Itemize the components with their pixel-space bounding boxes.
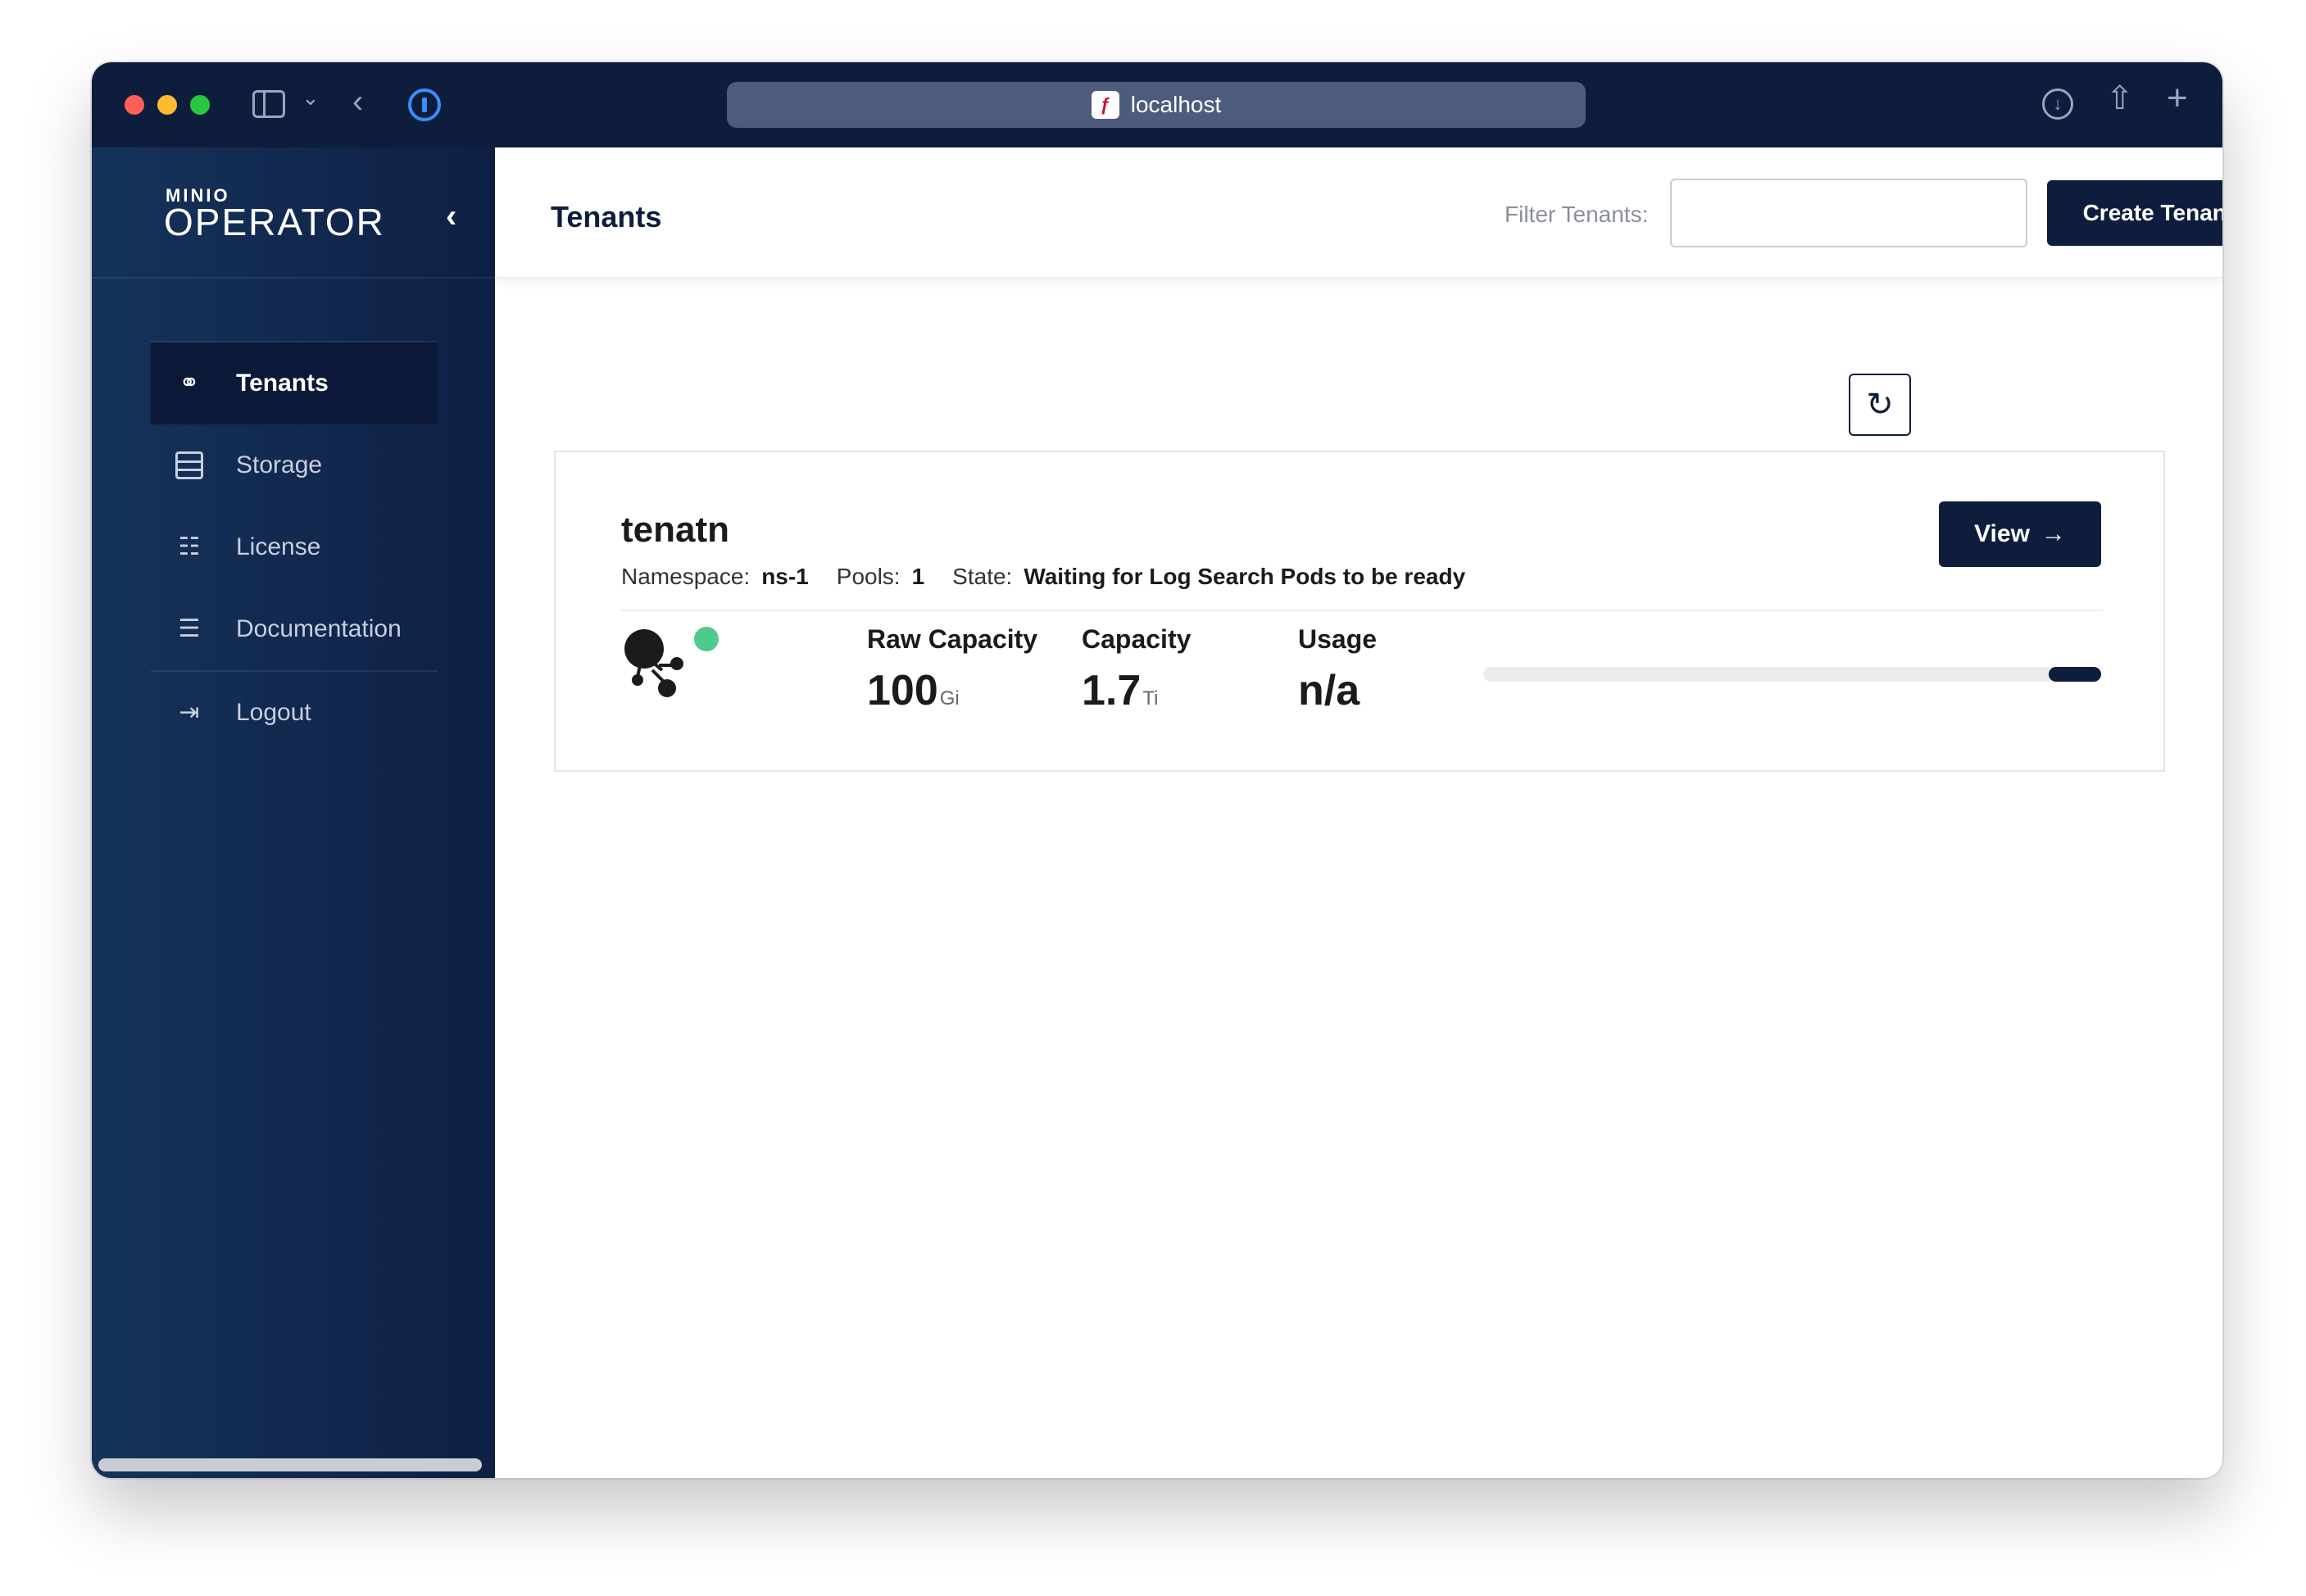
usage-stat: Usage n/a — [1298, 624, 1377, 715]
browser-window: ⌄ ‹ ƒ localhost ↓ ⇧ + MINIO OPERATOR ‹ ⚭… — [92, 62, 2222, 1478]
license-icon: ☷ — [178, 533, 201, 560]
capacity-label: Capacity — [1082, 624, 1192, 654]
capacity-unit: Ti — [1142, 687, 1159, 710]
raw-capacity-unit: Gi — [939, 687, 960, 710]
address-bar[interactable]: ƒ localhost — [727, 82, 1586, 128]
site-favicon-icon: ƒ — [1091, 91, 1119, 119]
collapse-sidebar-icon[interactable]: ‹ — [446, 198, 456, 235]
usage-bar-fill — [2049, 667, 2101, 682]
usage-bar — [1483, 667, 2101, 682]
state-value: Waiting for Log Search Pods to be ready — [1024, 564, 1466, 589]
pools-value: 1 — [911, 564, 925, 589]
download-icon[interactable]: ↓ — [2042, 88, 2073, 120]
logo-area: MINIO OPERATOR ‹ — [92, 147, 495, 279]
sidebar: MINIO OPERATOR ‹ ⚭ Tenants Storage ☷ Lic… — [92, 147, 495, 1478]
tenant-card: tenatn Namespace: ns-1 Pools: 1 State: W… — [554, 451, 2165, 772]
sidebar-item-license[interactable]: ☷ License — [151, 506, 438, 588]
refresh-button[interactable]: ↻ — [1849, 374, 1911, 436]
storage-icon — [175, 451, 203, 479]
sidebar-item-documentation[interactable]: ☰ Documentation — [151, 588, 438, 670]
address-bar-url: localhost — [1130, 92, 1222, 117]
close-window-button[interactable] — [125, 95, 144, 115]
sidebar-item-tenants[interactable]: ⚭ Tenants — [151, 342, 438, 424]
sidebar-item-storage[interactable]: Storage — [151, 424, 438, 506]
tenant-meta: Namespace: ns-1 Pools: 1 State: Waiting … — [621, 564, 1493, 590]
usage-value: n/a — [1298, 667, 1360, 714]
tenant-name: tenatn — [621, 510, 729, 550]
password-manager-icon[interactable] — [408, 88, 441, 121]
logout-icon: ⇥ — [179, 699, 200, 726]
pools-label: Pools: — [836, 564, 901, 589]
capacity-number: 1.7 — [1082, 667, 1142, 714]
sidebar-toggle-icon[interactable] — [252, 90, 285, 118]
raw-capacity-number: 100 — [867, 667, 938, 714]
raw-capacity-stat: Raw Capacity 100Gi — [867, 624, 1037, 715]
filter-tenants-label: Filter Tenants: — [1505, 202, 1649, 227]
sidebar-item-label: Storage — [236, 451, 323, 478]
create-tenant-button[interactable]: Create Tenant + — [2047, 180, 2222, 246]
namespace-label: Namespace: — [621, 564, 751, 589]
capacity-value: 1.7Ti — [1082, 666, 1191, 715]
view-tenant-button[interactable]: View → — [1939, 501, 2101, 567]
refresh-icon: ↻ — [1866, 387, 1894, 423]
back-arrow-icon[interactable]: ‹ — [352, 85, 363, 118]
sidebar-item-label: Logout — [236, 699, 311, 726]
raw-capacity-value: 100Gi — [867, 666, 1037, 715]
arrow-right-icon: → — [2040, 520, 2066, 547]
new-tab-icon[interactable]: + — [2167, 80, 2188, 116]
create-tenant-label: Create Tenant — [2082, 200, 2222, 225]
capacity-stat: Capacity 1.7Ti — [1082, 624, 1191, 715]
tenant-cluster-icon — [624, 627, 719, 697]
maximize-window-button[interactable] — [190, 95, 210, 115]
page-title: Tenants — [551, 200, 662, 234]
minimize-window-button[interactable] — [157, 95, 177, 115]
page-header: Tenants Filter Tenants: Create Tenant + — [495, 147, 2222, 279]
filter-tenants-input[interactable] — [1670, 179, 2027, 247]
main-content: Tenants Filter Tenants: Create Tenant + … — [495, 147, 2222, 1478]
sidebar-item-label: License — [236, 533, 321, 560]
sidebar-horizontal-scrollbar[interactable] — [98, 1458, 482, 1471]
raw-capacity-label: Raw Capacity — [867, 624, 1038, 654]
usage-label: Usage — [1298, 624, 1378, 654]
view-label: View — [1974, 520, 2030, 547]
card-divider — [621, 610, 2103, 611]
chevron-down-icon[interactable]: ⌄ — [302, 87, 320, 108]
documentation-icon: ☰ — [178, 615, 201, 642]
logo-operator: OPERATOR — [164, 201, 385, 243]
sidebar-nav: ⚭ Tenants Storage ☷ License ☰ Documentat… — [151, 341, 438, 754]
share-icon[interactable]: ⇧ — [2106, 82, 2134, 115]
sidebar-item-label: Documentation — [236, 615, 402, 642]
sidebar-item-label: Tenants — [236, 370, 329, 397]
namespace-value: ns-1 — [761, 564, 809, 589]
tenants-icon: ⚭ — [179, 370, 200, 397]
state-label: State: — [952, 564, 1013, 589]
browser-titlebar: ⌄ ‹ ƒ localhost ↓ ⇧ + — [92, 62, 2222, 147]
sidebar-item-logout[interactable]: ⇥ Logout — [151, 672, 438, 754]
